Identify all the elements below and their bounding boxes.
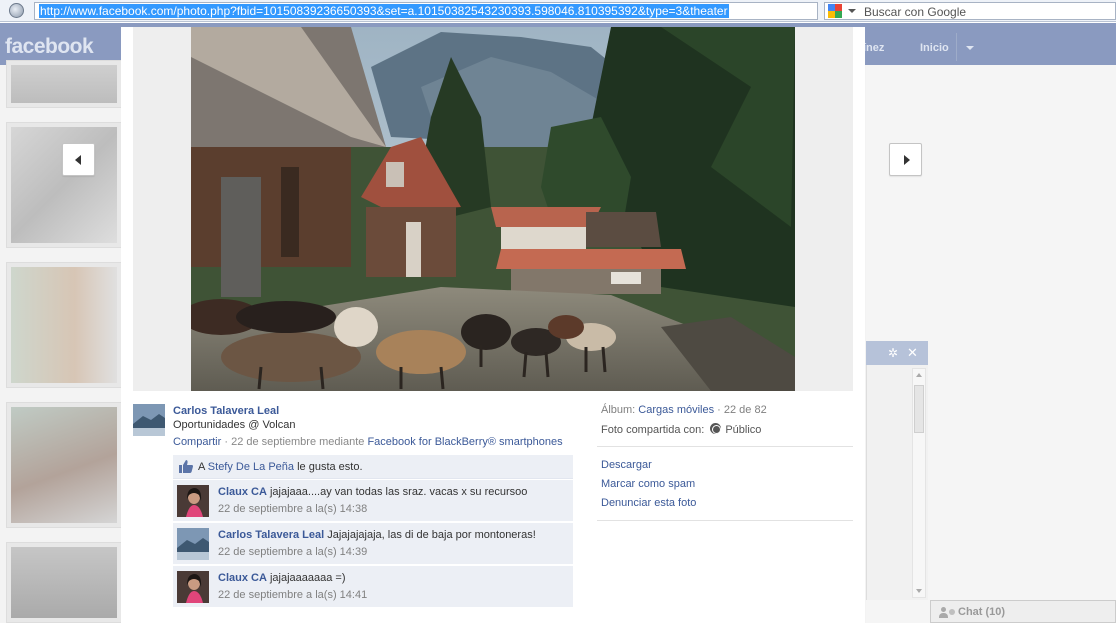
photo-theater: Carlos Talavera Leal Oportunidades @ Vol… xyxy=(121,27,865,623)
facebook-logo[interactable]: facebook xyxy=(5,35,94,59)
person-icon xyxy=(939,607,948,618)
previous-photo-button[interactable] xyxy=(62,143,95,176)
background-thumbnail xyxy=(6,60,122,108)
likes-prefix: A xyxy=(198,461,208,473)
background-thumbnail xyxy=(6,402,122,528)
liker-link[interactable]: Stefy De La Peña xyxy=(208,461,294,473)
comment-item: Carlos Talavera Leal Jajajajajaja, las d… xyxy=(173,523,573,565)
background-thumbnail xyxy=(6,542,122,623)
download-link[interactable]: Descargar xyxy=(601,459,652,471)
chevron-left-icon xyxy=(75,155,81,165)
address-bar[interactable]: http://www.facebook.com/photo.php?fbid=1… xyxy=(34,2,818,20)
photo-caption: Oportunidades @ Volcan xyxy=(173,419,296,431)
likes-bar: A Stefy De La Peña le gusta esto. xyxy=(173,455,573,479)
background-thumbnail xyxy=(6,262,122,388)
scrollbar-thumb[interactable] xyxy=(914,385,924,433)
site-globe-icon xyxy=(9,3,24,18)
chevron-down-icon[interactable] xyxy=(848,9,856,13)
thumbs-up-icon[interactable] xyxy=(179,460,193,473)
globe-icon[interactable] xyxy=(710,423,722,434)
browser-toolbar: http://www.facebook.com/photo.php?fbid=1… xyxy=(0,0,1116,22)
next-photo-button[interactable] xyxy=(889,143,922,176)
divider xyxy=(597,446,853,447)
comment-author[interactable]: Carlos Talavera Leal xyxy=(218,529,324,541)
comment-text: Jajajajajaja, las di de baja por montone… xyxy=(324,529,536,541)
main-photo[interactable] xyxy=(191,27,795,391)
report-photo-link[interactable]: Denunciar esta foto xyxy=(601,497,696,509)
header-divider xyxy=(956,33,957,61)
likes-suffix: le gusta esto. xyxy=(294,461,363,473)
photo-meta: · 22 de septiembre mediante xyxy=(221,436,368,448)
commenter-avatar[interactable] xyxy=(177,571,209,603)
commenter-avatar[interactable] xyxy=(177,528,209,560)
privacy-value[interactable]: Público xyxy=(725,424,761,436)
comment-body: Claux CA jajajaaaaaaa =) xyxy=(218,572,346,584)
commenter-avatar[interactable] xyxy=(177,485,209,517)
divider xyxy=(597,520,853,521)
comment-body: Carlos Talavera Leal Jajajajajaja, las d… xyxy=(218,529,536,541)
photo-actions-line: Compartir · 22 de septiembre mediante Fa… xyxy=(173,436,563,448)
photo-stage xyxy=(133,27,853,391)
comment-timestamp[interactable]: 22 de septiembre a la(s) 14:38 xyxy=(218,503,367,515)
scroll-down-icon[interactable] xyxy=(916,589,922,593)
comment-author[interactable]: Claux CA xyxy=(218,572,267,584)
likes-text: A Stefy De La Peña le gusta esto. xyxy=(198,461,363,473)
google-icon[interactable] xyxy=(828,4,843,18)
chat-label[interactable]: Chat (10) xyxy=(958,606,1005,618)
account-menu-chevron-icon[interactable] xyxy=(966,46,974,50)
gear-icon[interactable]: ✲ xyxy=(888,347,898,359)
browser-search-input[interactable]: Buscar con Google xyxy=(824,2,1116,20)
header-home-link[interactable]: Inicio xyxy=(920,42,949,54)
comment-text: jajajaaa....ay van todas las sraz. vacas… xyxy=(266,486,528,498)
privacy-line: Foto compartida con: Público xyxy=(601,423,761,436)
album-line: Álbum: Cargas móviles · 22 de 82 xyxy=(601,404,767,416)
chat-scrollbar[interactable] xyxy=(912,368,926,598)
address-url[interactable]: http://www.facebook.com/photo.php?fbid=1… xyxy=(39,4,729,18)
comment-text: jajajaaaaaaa =) xyxy=(266,572,346,584)
photo-owner-name[interactable]: Carlos Talavera Leal xyxy=(173,405,279,417)
owner-avatar[interactable] xyxy=(133,404,165,436)
scroll-up-icon[interactable] xyxy=(916,373,922,377)
close-icon[interactable]: ✕ xyxy=(907,346,918,359)
comment-author[interactable]: Claux CA xyxy=(218,486,267,498)
comment-timestamp[interactable]: 22 de septiembre a la(s) 14:39 xyxy=(218,546,367,558)
comment-timestamp[interactable]: 22 de septiembre a la(s) 14:41 xyxy=(218,589,367,601)
shared-label: Foto compartida con: xyxy=(601,424,705,436)
chevron-right-icon xyxy=(904,155,910,165)
search-placeholder[interactable]: Buscar con Google xyxy=(864,5,966,19)
background-thumbnail xyxy=(6,122,122,248)
comment-body: Claux CA jajajaaa....ay van todas las sr… xyxy=(218,486,527,498)
mark-spam-link[interactable]: Marcar como spam xyxy=(601,478,695,490)
online-status-icon xyxy=(949,609,955,615)
album-label: Álbum: xyxy=(601,404,639,416)
chat-bar[interactable]: Chat (10) xyxy=(930,600,1116,623)
comment-item: Claux CA jajajaaa....ay van todas las sr… xyxy=(173,480,573,522)
share-link[interactable]: Compartir xyxy=(173,436,221,448)
album-position: · 22 de 82 xyxy=(714,404,767,416)
comment-item: Claux CA jajajaaaaaaa =) 22 de septiembr… xyxy=(173,566,573,608)
app-link[interactable]: Facebook for BlackBerry® smartphones xyxy=(367,436,562,448)
album-link[interactable]: Cargas móviles xyxy=(638,404,714,416)
